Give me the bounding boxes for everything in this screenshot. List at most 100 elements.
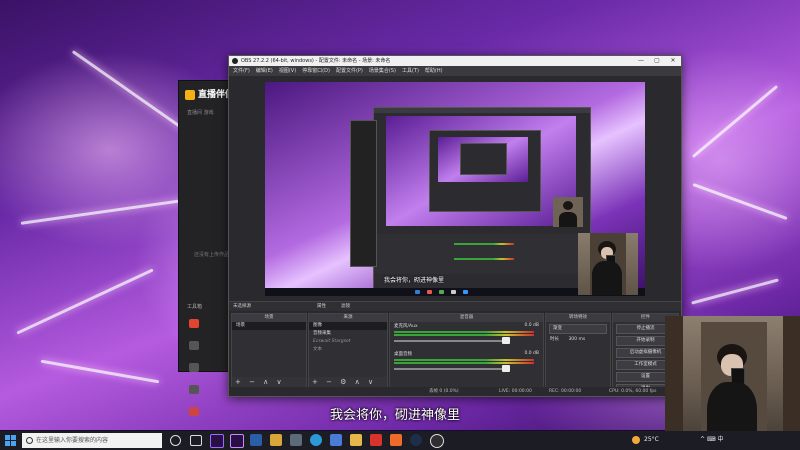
cortana-icon[interactable] (170, 435, 181, 446)
steam-icon[interactable] (410, 434, 422, 446)
scenes-header: 场景 (232, 314, 306, 322)
game-tool-icon[interactable] (189, 363, 199, 372)
obs-menubar: 文件(F) 编辑(E) 视图(V) 停靠窗口(D) 配置文件(P) 场景集合(S… (229, 66, 681, 76)
obs-title: OBS 27.2.2 (64-bit, windows) - 配置文件: 未命名… (241, 58, 391, 64)
menu-edit[interactable]: 编辑(E) (256, 66, 273, 76)
preview-caption: 我会将你，砌进神像里 (384, 277, 445, 284)
volume-slider-knob[interactable] (502, 337, 510, 344)
menu-file[interactable]: 文件(F) (233, 66, 250, 76)
app-brand: 直播伴侣 (185, 87, 234, 100)
menu-view[interactable]: 视图(V) (279, 66, 296, 76)
task-view-icon[interactable] (190, 435, 202, 446)
volume-meter (394, 362, 534, 364)
search-placeholder: 在这里输入你要搜索的内容 (36, 437, 109, 444)
live-companion-icon[interactable] (370, 434, 382, 446)
source-item[interactable]: Ecswait Stargset (309, 338, 387, 346)
nested-meter (454, 258, 514, 260)
windows-taskbar: 在这里输入你要搜索的内容 25°C ^ ⌨ 中 (0, 431, 800, 450)
light-streak (691, 84, 779, 159)
menu-help[interactable]: 帮助(H) (425, 66, 443, 76)
duration-row: 时长 300 ms (546, 336, 610, 344)
nested-docks (374, 234, 590, 274)
taskbar-search[interactable]: 在这里输入你要搜索的内容 (22, 433, 162, 448)
nested-obs-window-3 (460, 143, 507, 175)
mixer-track-mic: 麦克风/Aux 0.0 dB (390, 322, 543, 350)
source-item[interactable]: 音频采集 (309, 330, 387, 338)
store-icon[interactable] (290, 434, 302, 446)
door-frame (665, 316, 683, 450)
preview-taskbar-icon (427, 290, 432, 294)
app-tabs[interactable]: 直播间 游戏 (187, 109, 214, 116)
mixer-header: 混音器 (390, 314, 543, 322)
live-tool-icon[interactable] (189, 407, 199, 416)
light-streak (16, 268, 154, 335)
volume-slider[interactable] (394, 368, 506, 370)
windows-start-icon[interactable] (5, 435, 16, 446)
volume-meter (394, 334, 534, 336)
dropped-frames: 丢帧 0 (0.0%) (429, 389, 459, 394)
menu-docks[interactable]: 停靠窗口(D) (302, 66, 330, 76)
scenes-toolbar[interactable]: + − ∧ ∨ (232, 377, 306, 387)
sources-dock: 来源 图像 音频采集 Ecswait Stargset 文本 + − ⚙ ∧ ∨ (308, 313, 388, 388)
properties-button[interactable]: 属性 (317, 302, 326, 311)
minimize-button[interactable]: — (633, 56, 649, 66)
person-body (559, 212, 577, 227)
weather-icon (632, 436, 640, 444)
maximize-button[interactable]: ▢ (649, 56, 665, 66)
obs-taskbar-icon[interactable] (430, 434, 444, 448)
person-body (592, 261, 622, 295)
duration-value[interactable]: 300 ms (568, 337, 585, 342)
rec-timer: REC: 00:00:00 (549, 389, 582, 394)
person-head (563, 201, 573, 210)
nested-meter (454, 243, 514, 245)
edge-icon[interactable] (310, 434, 322, 446)
menu-tools[interactable]: 工具(T) (402, 66, 419, 76)
after-effects-icon[interactable] (230, 434, 244, 448)
nested-titlebar (374, 108, 590, 113)
obs-titlebar[interactable]: OBS 27.2.2 (64-bit, windows) - 配置文件: 未命名… (229, 56, 681, 66)
nested-webcam (553, 197, 583, 227)
empty-hint: 还没有上传作品 (194, 252, 230, 258)
subtitle-caption: 我会将你，砌进神像里 (330, 408, 461, 423)
system-tray[interactable]: ^ ⌨ 中 (700, 434, 724, 446)
file-explorer-icon[interactable] (270, 434, 282, 446)
transition-select[interactable]: 渐变 (549, 324, 607, 334)
source-item[interactable]: 文本 (309, 346, 387, 354)
light-streak (692, 182, 788, 221)
obs-statusbar: 丢帧 0 (0.0%) LIVE: 00:00:00 REC: 00:00:00… (229, 387, 681, 396)
preview-taskbar-icon (439, 290, 444, 294)
close-button[interactable]: ✕ (665, 56, 681, 66)
premiere-icon[interactable] (210, 434, 224, 448)
source-item[interactable]: 图像 (309, 322, 387, 330)
source-info-bar: 未选择源 属性 滤镜 (229, 301, 681, 311)
menu-scene-collection[interactable]: 场景集合(S) (369, 66, 396, 76)
track-name: 麦克风/Aux (394, 324, 418, 329)
volume-meter (394, 331, 534, 333)
sources-toolbar[interactable]: + − ⚙ ∧ ∨ (309, 377, 387, 387)
track-db: 0.0 dB (524, 351, 539, 356)
media-app-icon[interactable] (390, 434, 402, 446)
sources-header: 来源 (309, 314, 387, 322)
photo-app-icon[interactable] (250, 434, 262, 446)
preview-taskbar-icon (463, 290, 468, 294)
volume-slider[interactable] (394, 340, 506, 342)
mixer-dock: 混音器 麦克风/Aux 0.0 dB 桌面音频 0.0 dB (389, 313, 544, 388)
weather-temperature[interactable]: 25°C (644, 434, 659, 446)
link-tool-icon[interactable] (189, 385, 199, 394)
volume-slider-knob[interactable] (502, 365, 510, 372)
menu-profile[interactable]: 配置文件(P) (336, 66, 363, 76)
filters-button[interactable]: 滤镜 (341, 302, 350, 311)
track-db: 0.0 dB (524, 323, 539, 328)
live-timer: LIVE: 00:00:00 (499, 389, 532, 394)
chat-app-icon[interactable] (330, 434, 342, 446)
no-source-label: 未选择源 (233, 304, 251, 309)
search-icon (26, 437, 33, 444)
obs-window[interactable]: OBS 27.2.2 (64-bit, windows) - 配置文件: 未命名… (228, 55, 682, 397)
scene-item[interactable]: 场景 (232, 322, 306, 330)
nested-companion-window (350, 120, 377, 267)
screen-tool-icon[interactable] (189, 341, 199, 350)
camera-tool-icon[interactable] (189, 319, 199, 328)
light-streak (71, 50, 189, 133)
light-streak (691, 278, 779, 305)
folder-icon[interactable] (350, 434, 362, 446)
